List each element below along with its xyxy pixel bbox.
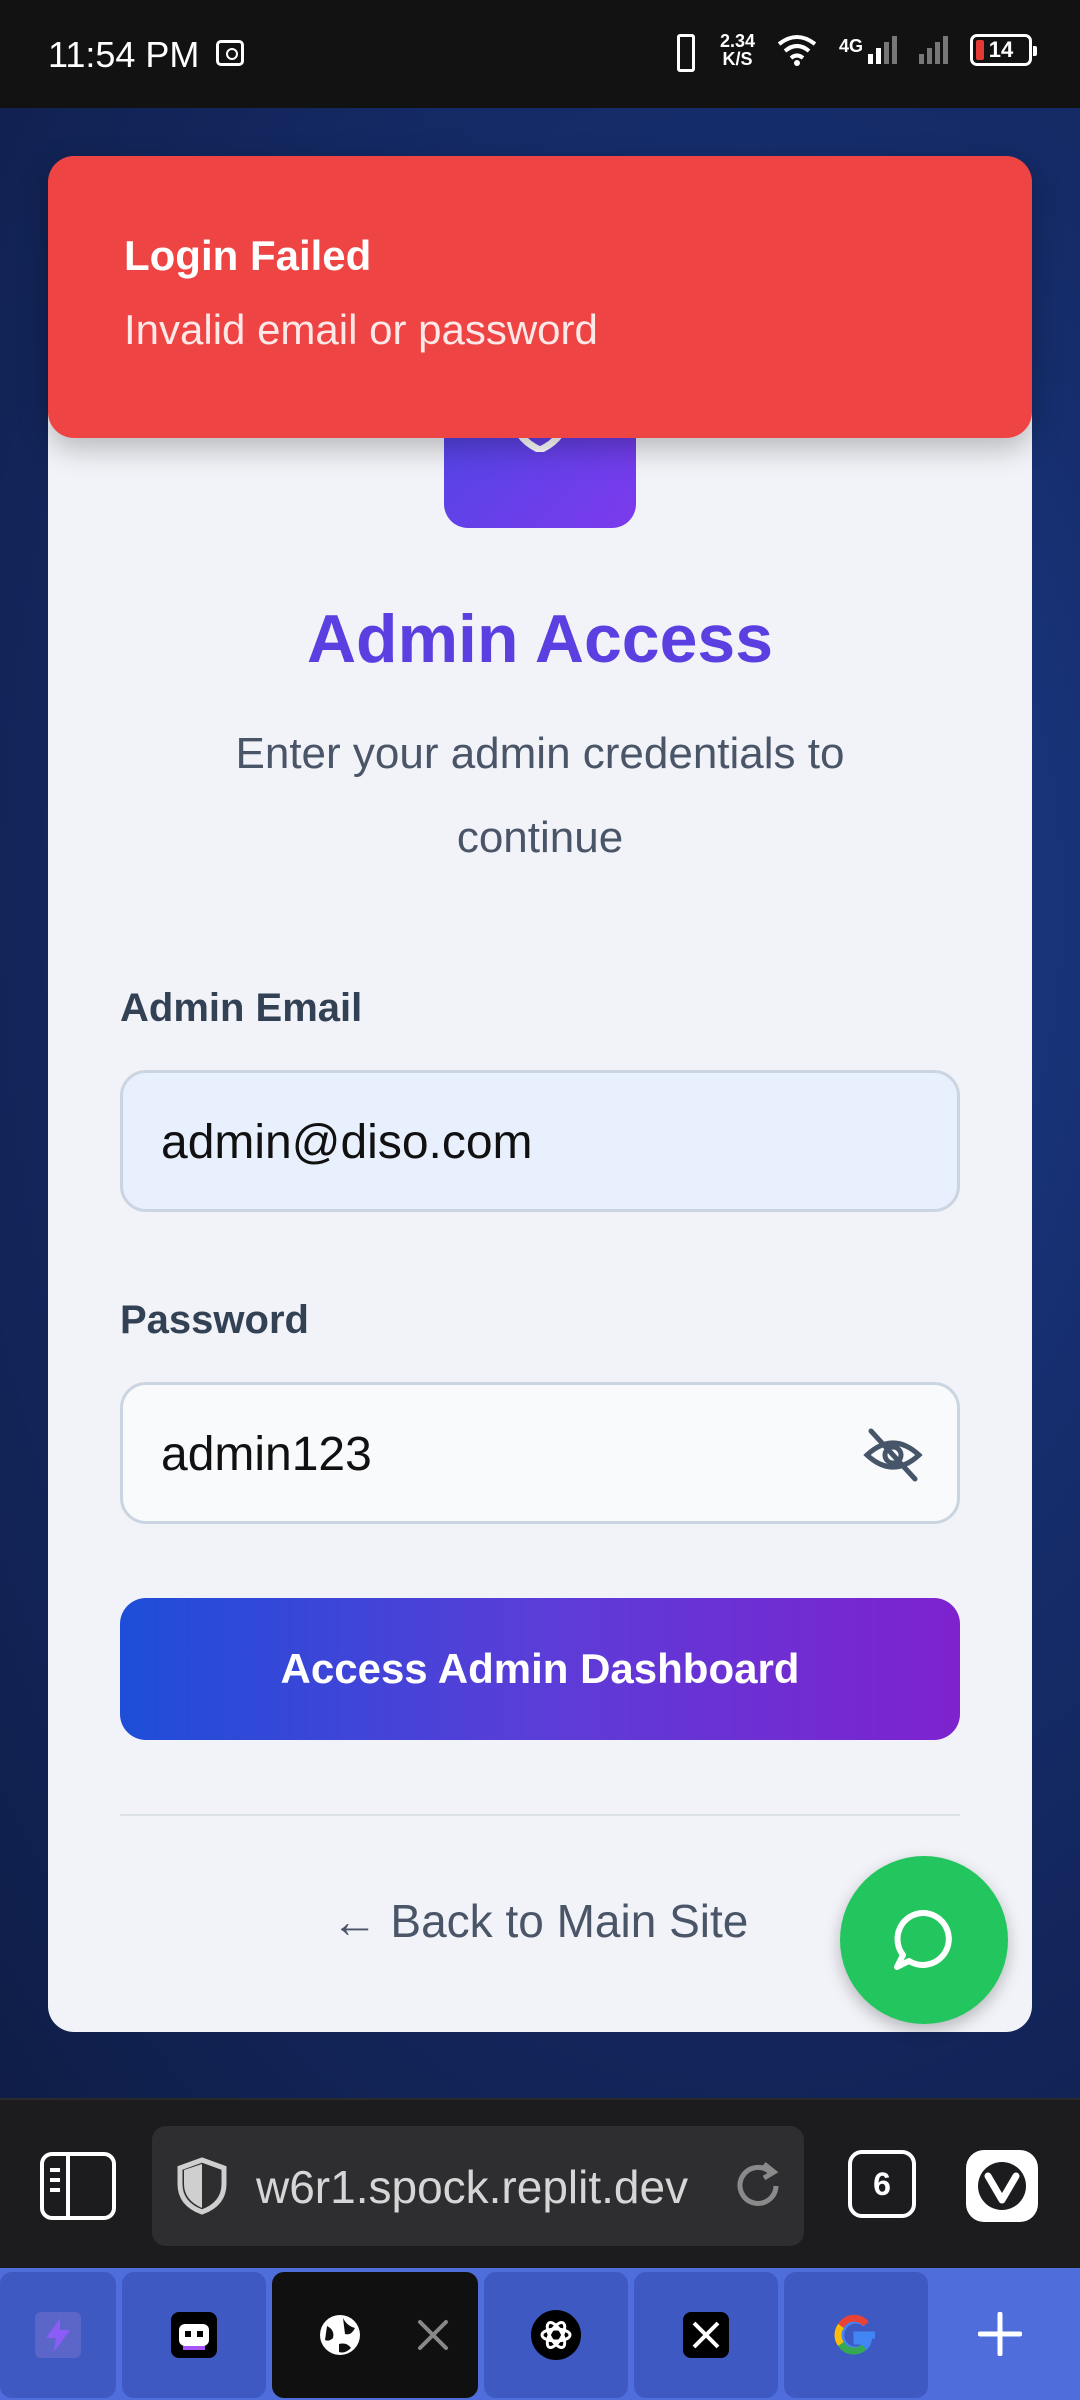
tab-bolt[interactable] xyxy=(0,2272,116,2398)
robot-icon xyxy=(171,2312,217,2358)
panel-toggle-icon[interactable] xyxy=(40,2152,116,2220)
bolt-icon xyxy=(35,2312,81,2358)
reload-icon[interactable] xyxy=(730,2158,786,2214)
page-subtitle: Enter your admin credentials to continue xyxy=(235,729,845,862)
screenshot-icon xyxy=(216,40,244,66)
password-label: Password xyxy=(120,1298,309,1342)
tab-x[interactable] xyxy=(634,2272,778,2398)
openai-icon xyxy=(531,2310,581,2360)
password-field[interactable]: admin123 xyxy=(120,1382,960,1524)
status-time: 11:54 PM xyxy=(48,34,200,75)
access-dashboard-button[interactable]: Access Admin Dashboard xyxy=(120,1598,960,1740)
battery-level: 14 xyxy=(988,37,1014,62)
email-value: admin@diso.com xyxy=(161,1116,533,1169)
wifi-icon xyxy=(777,35,817,66)
tab-google[interactable] xyxy=(784,2272,928,2398)
url-text: w6r1.spock.replit.dev xyxy=(256,2161,689,2213)
plus-icon xyxy=(978,2312,1022,2356)
globe-icon xyxy=(320,2315,360,2355)
status-icons: 2.34 K/S 4G 14 xyxy=(668,30,1037,72)
net-speed: 2.34 K/S xyxy=(719,31,755,69)
new-tab-button[interactable] xyxy=(940,2288,1060,2380)
tab-strip xyxy=(0,2268,1080,2400)
vivaldi-menu-icon[interactable] xyxy=(966,2150,1038,2222)
browser-toolbar: w6r1.spock.replit.dev 6 xyxy=(0,2098,1080,2268)
status-bar: 11:54 PM 2.34 K/S 4G 14 xyxy=(0,0,1080,108)
back-to-main-link[interactable]: ← Back to Main Site xyxy=(120,1894,960,1948)
address-bar[interactable]: w6r1.spock.replit.dev xyxy=(152,2126,804,2246)
vibrate-icon xyxy=(668,30,698,72)
battery-icon: 14 xyxy=(970,34,1037,66)
tab-globe-active[interactable] xyxy=(272,2272,478,2398)
cell-signal-4g-icon: 4G xyxy=(839,36,897,64)
toast-title: Login Failed xyxy=(124,232,372,279)
tab-openai[interactable] xyxy=(484,2272,628,2398)
tracker-shield-icon[interactable] xyxy=(174,2156,230,2216)
chat-bubble-icon xyxy=(894,1909,952,1970)
tab-count-button[interactable]: 6 xyxy=(848,2150,916,2218)
tab-robot[interactable] xyxy=(122,2272,266,2398)
close-tab-icon[interactable] xyxy=(416,2318,450,2352)
x-icon xyxy=(683,2312,729,2358)
email-label: Admin Email xyxy=(120,986,363,1030)
chat-button[interactable] xyxy=(840,1856,1008,2024)
toast-message: Invalid email or password xyxy=(124,306,598,353)
login-failed-toast: Login Failed Invalid email or password xyxy=(48,156,1032,438)
cell-signal-icon xyxy=(919,36,948,64)
page-title: Admin Access xyxy=(306,601,774,677)
eye-off-icon[interactable] xyxy=(863,1425,923,1485)
google-icon xyxy=(834,2314,875,2355)
divider xyxy=(120,1814,960,1816)
email-field[interactable]: admin@diso.com xyxy=(120,1070,960,1212)
password-value: admin123 xyxy=(161,1428,372,1481)
